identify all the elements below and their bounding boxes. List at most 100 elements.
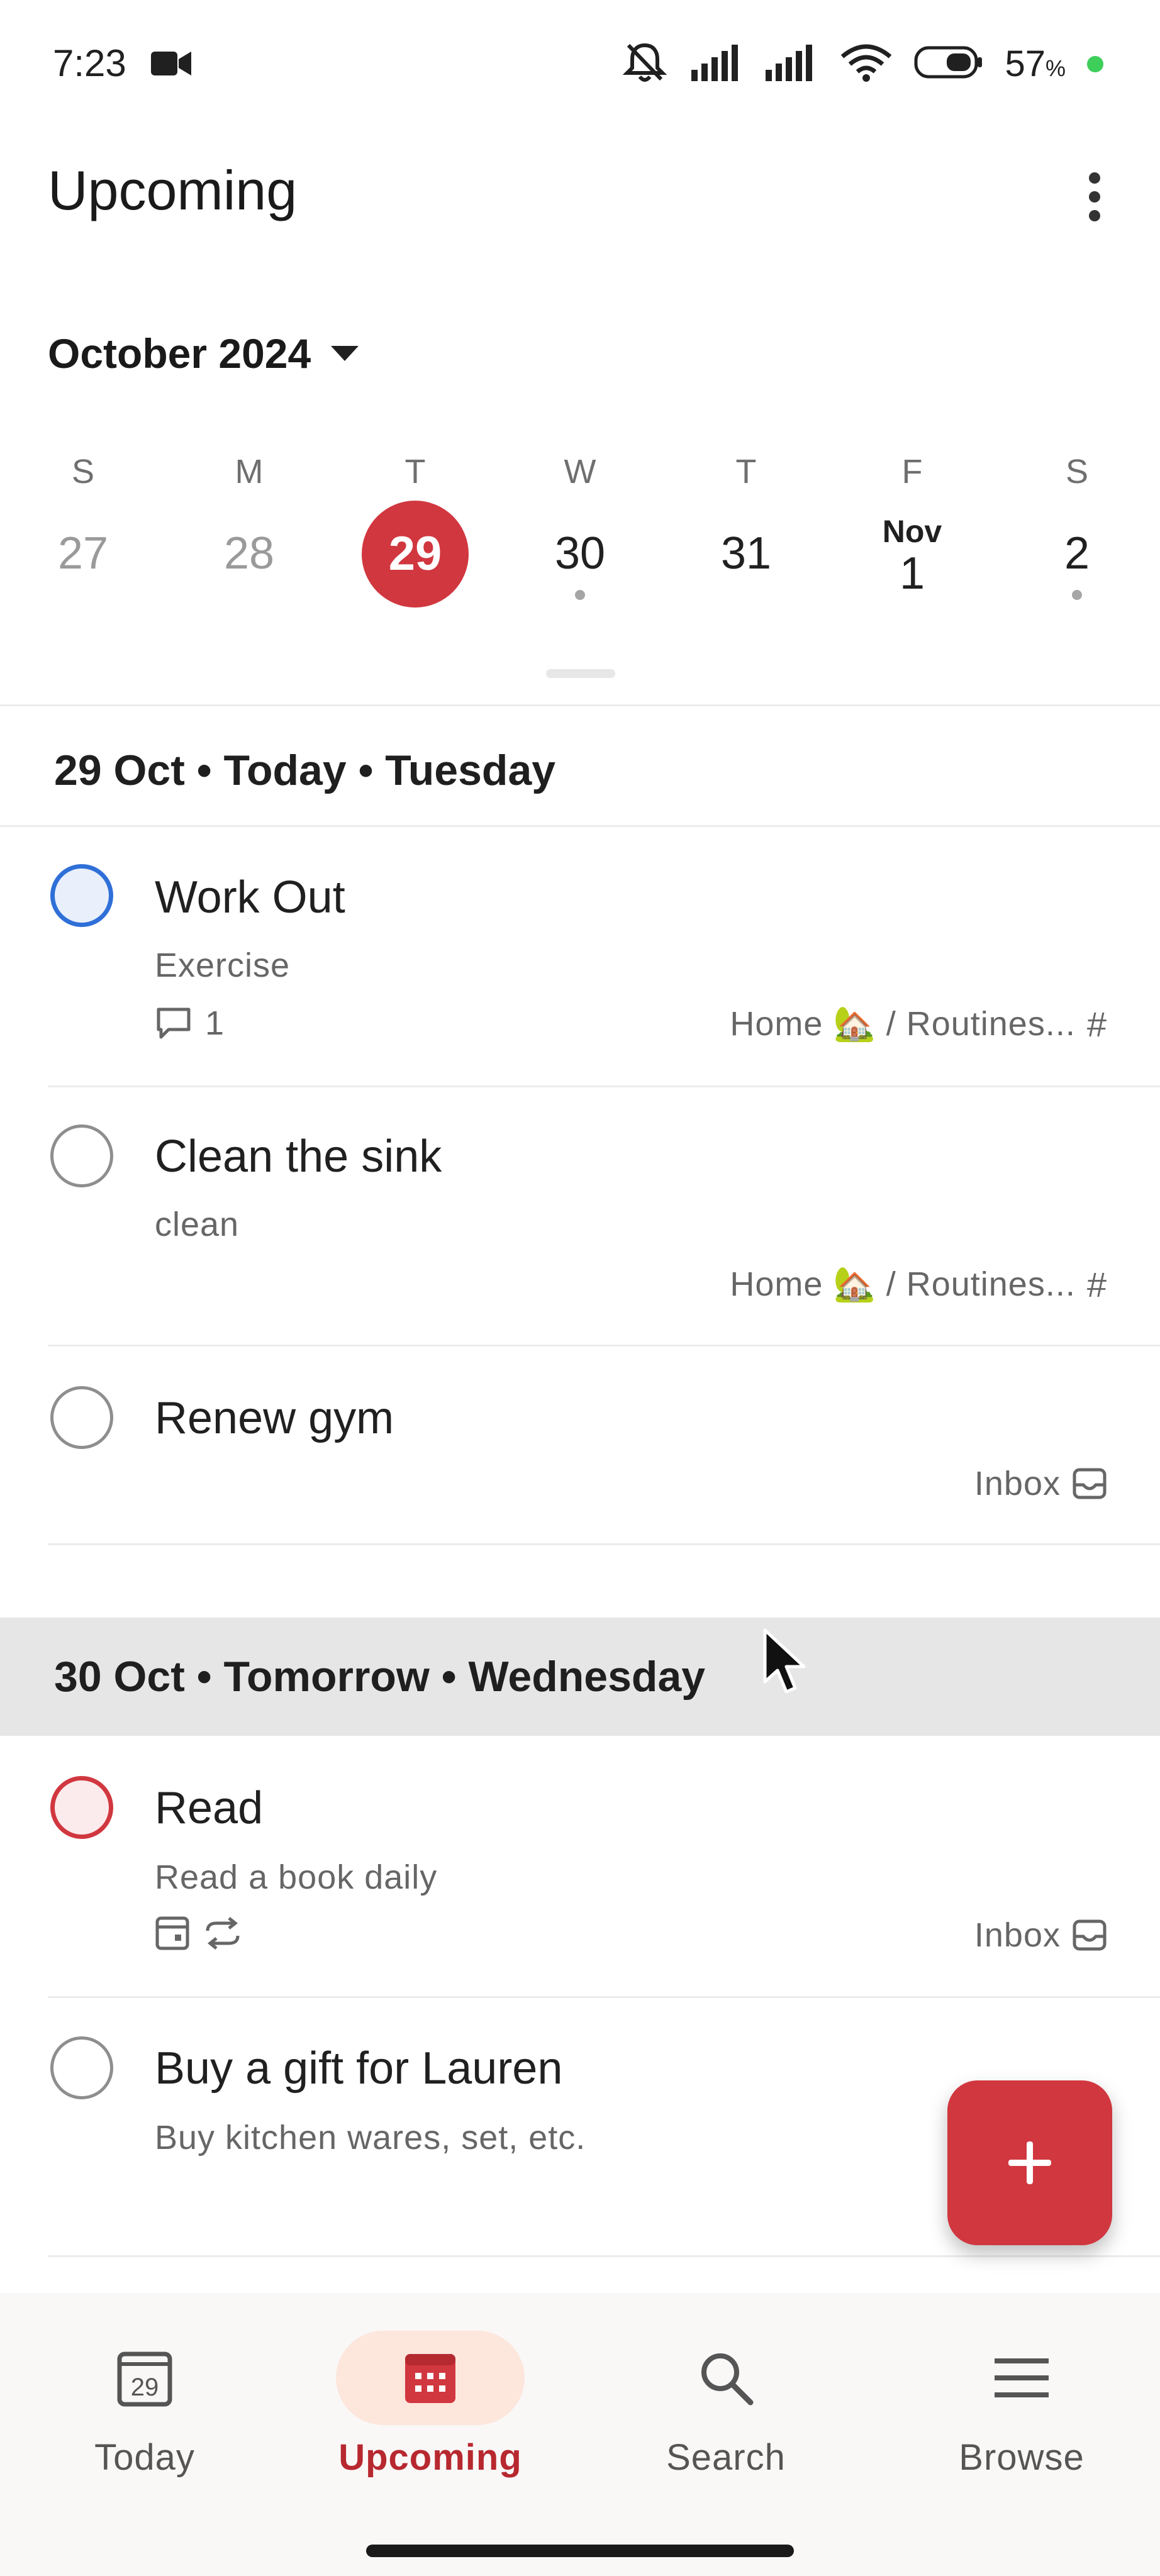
- day-28[interactable]: M 28: [174, 447, 325, 635]
- task-title: Clean the sink: [155, 1131, 442, 1182]
- day-of-week: F: [901, 453, 923, 491]
- day-number: 1: [899, 548, 925, 599]
- nav-search[interactable]: Search: [581, 2331, 871, 2479]
- task-checkbox[interactable]: [50, 1124, 113, 1187]
- section-heading: 30 Oct • Tomorrow • Wednesday: [54, 1653, 706, 1701]
- battery-unit: %: [1045, 55, 1066, 81]
- task-project: Home 🏡 / Routines... #: [730, 1004, 1107, 1045]
- project-label: Inbox: [974, 1916, 1061, 1954]
- charging-dot-icon: [1087, 55, 1103, 72]
- day-of-week: S: [1065, 453, 1089, 491]
- day-of-week: W: [564, 453, 596, 491]
- task-title: Buy a gift for Lauren: [155, 2043, 563, 2094]
- task-meta-icons: [155, 1916, 243, 1951]
- week-drag-handle[interactable]: [546, 669, 615, 678]
- project-label: Inbox: [974, 1465, 1061, 1502]
- section-header-tomorrow: 30 Oct • Tomorrow • Wednesday: [0, 1618, 1160, 1736]
- svg-text:29: 29: [131, 2373, 159, 2401]
- task-description: Read a book daily: [155, 1858, 438, 1896]
- nav-label: Upcoming: [338, 2437, 522, 2478]
- nav-label: Search: [666, 2437, 786, 2478]
- task-dot: [575, 590, 585, 600]
- comment-count: 1: [205, 1004, 225, 1042]
- task-project: Inbox: [974, 1916, 1107, 1955]
- nav-upcoming[interactable]: Upcoming: [286, 2331, 575, 2479]
- task-description: Buy kitchen wares, set, etc.: [155, 2119, 586, 2157]
- comment-icon: [157, 1008, 191, 1039]
- project-label: Home 🏡 / Routines...: [730, 1265, 1076, 1303]
- task-description: clean: [155, 1206, 240, 1243]
- day-29-selected[interactable]: T 29: [340, 447, 491, 614]
- task-item[interactable]: Renew gym Inbox: [0, 1346, 1160, 1543]
- video-camera-icon: [151, 49, 191, 81]
- day-number: 27: [57, 528, 109, 579]
- signal-icon: [766, 43, 818, 84]
- divider: [48, 1543, 1160, 1545]
- day-of-week: S: [71, 453, 95, 491]
- day-31[interactable]: T 31: [671, 447, 822, 635]
- nav-today[interactable]: 29 Today: [0, 2331, 289, 2479]
- bottom-navigation: 29 Today Upcoming Search Browse: [0, 2293, 1160, 2576]
- vertical-dots-icon: [1089, 172, 1100, 221]
- section-header-today: 29 Oct • Today • Tuesday: [0, 717, 1160, 824]
- inbox-icon: [1073, 1919, 1107, 1951]
- month-label: October 2024: [48, 330, 311, 377]
- muted-bell-icon: [620, 42, 670, 86]
- upcoming-calendar-icon: [405, 2354, 455, 2403]
- caret-down-icon: [331, 346, 359, 361]
- day-30[interactable]: W 30: [505, 447, 655, 635]
- week-strip: S 27 M 28 T 29 W 30 T 31 F Nov 1 S 2: [0, 447, 1160, 648]
- page-title: Upcoming: [48, 159, 298, 221]
- day-number: 30: [554, 528, 606, 579]
- day-nov-1[interactable]: F Nov 1: [837, 447, 988, 629]
- task-title: Read: [155, 1783, 264, 1833]
- day-27[interactable]: S 27: [8, 447, 159, 635]
- day-of-week: T: [404, 453, 426, 491]
- nav-active-pill: [336, 2331, 525, 2425]
- task-item[interactable]: Read Read a book daily Inbox: [0, 1737, 1160, 1996]
- day-month-label: Nov: [882, 514, 942, 549]
- section-heading: 29 Oct • Today • Tuesday: [54, 747, 556, 794]
- task-project: Home 🏡 / Routines... #: [730, 1264, 1107, 1305]
- hash-icon: #: [1086, 1265, 1107, 1304]
- task-title: Work Out: [155, 872, 345, 923]
- day-number: 2: [1064, 528, 1090, 579]
- calendar-icon: [155, 1916, 189, 1950]
- task-checkbox[interactable]: [50, 2036, 113, 2099]
- task-checkbox[interactable]: [50, 1776, 113, 1839]
- hash-icon: #: [1086, 1004, 1107, 1044]
- plus-icon: [1008, 2141, 1051, 2184]
- wifi-icon: [840, 43, 893, 85]
- day-of-week: T: [735, 453, 757, 491]
- day-number: 28: [223, 528, 275, 579]
- nav-label: Today: [94, 2437, 195, 2478]
- day-nov-2[interactable]: S 2: [1001, 447, 1152, 635]
- today-calendar-icon: 29: [117, 2351, 172, 2407]
- signal-icon: [691, 43, 744, 84]
- task-checkbox[interactable]: [50, 864, 113, 927]
- add-task-button[interactable]: [947, 2080, 1112, 2245]
- task-comments: 1: [155, 1004, 224, 1043]
- task-title: Renew gym: [155, 1393, 394, 1443]
- divider: [0, 704, 1160, 706]
- task-item[interactable]: Clean the sink clean Home 🏡 / Routines..…: [0, 1087, 1160, 1345]
- search-icon: [701, 2353, 754, 2406]
- task-checkbox[interactable]: [50, 1386, 113, 1449]
- home-indicator[interactable]: [366, 2545, 794, 2557]
- more-options-button[interactable]: [1069, 162, 1120, 231]
- task-item[interactable]: Work Out Exercise 1 Home 🏡 / Routines...…: [0, 826, 1160, 1085]
- month-picker[interactable]: October 2024: [48, 330, 360, 377]
- selected-day-number: 29: [362, 501, 469, 608]
- divider: [48, 2255, 1160, 2257]
- day-number: 31: [720, 528, 772, 579]
- repeat-icon: [206, 1917, 240, 1950]
- battery-icon: [914, 46, 983, 82]
- battery-percent: 57: [1005, 43, 1046, 84]
- task-description: Exercise: [155, 947, 291, 984]
- nav-label: Browse: [959, 2437, 1085, 2478]
- nav-browse[interactable]: Browse: [877, 2331, 1160, 2479]
- day-of-week: M: [235, 453, 264, 491]
- task-project: Inbox: [974, 1464, 1107, 1503]
- status-time: 7:23: [53, 42, 126, 84]
- mouse-cursor-icon: [762, 1628, 811, 1700]
